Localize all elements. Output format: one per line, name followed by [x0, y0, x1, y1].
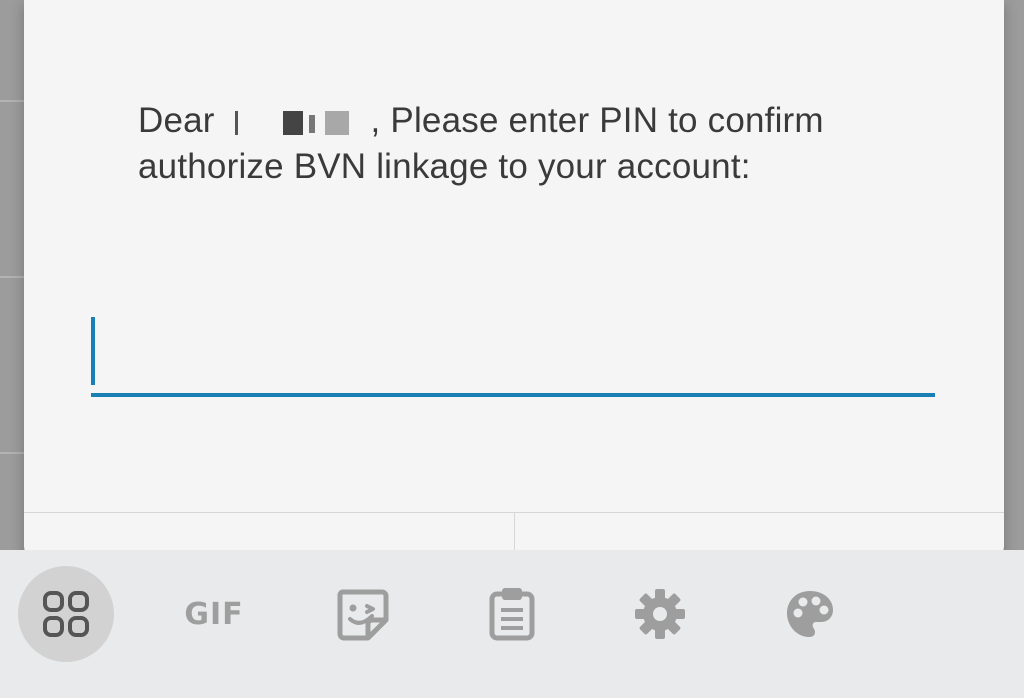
settings-gear-icon [635, 589, 685, 639]
clipboard-button[interactable] [464, 566, 560, 662]
apps-button[interactable] [18, 566, 114, 662]
screen: Dear , Please enter PIN to confirm autho… [0, 0, 1024, 698]
dialog-message: Dear , Please enter PIN to confirm autho… [138, 98, 898, 190]
redacted-customer-name [225, 105, 361, 135]
settings-button[interactable] [612, 566, 708, 662]
background-divider [0, 452, 24, 454]
gif-button[interactable]: GIF [166, 566, 262, 662]
keyboard-toolbar: GIF [0, 550, 1024, 698]
pin-input[interactable] [91, 300, 935, 390]
apps-grid-icon [43, 591, 89, 637]
theme-palette-icon [787, 591, 833, 637]
gif-icon: GIF [184, 596, 244, 632]
background-divider [0, 100, 24, 102]
pin-input-container[interactable] [91, 300, 935, 400]
background-divider [0, 276, 24, 278]
theme-button[interactable] [762, 566, 858, 662]
pin-dialog: Dear , Please enter PIN to confirm autho… [24, 0, 1004, 560]
clipboard-icon [489, 588, 535, 641]
sticker-button[interactable] [314, 566, 410, 662]
sticker-icon [337, 589, 389, 641]
pin-input-underline [91, 393, 935, 397]
text-cursor [91, 317, 95, 385]
message-prefix: Dear [138, 101, 215, 140]
